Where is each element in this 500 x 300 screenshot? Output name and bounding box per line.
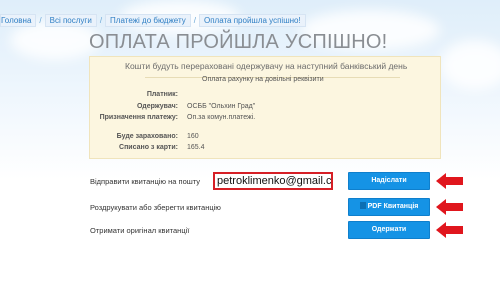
breadcrumb-item-current: Оплата пройшла успішно! [198,14,306,27]
payer-label: Платник: [146,91,178,98]
recipient-value: ОСББ "Ольхин Град" [187,103,256,110]
send-button[interactable]: Надіслати [348,172,430,190]
credited-value: 160 [187,133,199,140]
page-title: ОПЛАТА ПРОЙШЛА УСПІШНО! [89,31,388,53]
pdf-receipt-button[interactable]: PDF Квитанція [348,198,430,216]
arrow-left-icon [436,222,463,238]
receipt-notice: Кошти будуть перераховані одержувачу на … [125,61,408,71]
pdf-receipt-button-label: PDF Квитанція [367,203,419,210]
credited-label: Буде зараховано: [116,133,178,140]
email-field[interactable]: petroklimenko@gmail.com [213,172,333,190]
breadcrumb-item-all-services[interactable]: Всі послуги [44,14,97,27]
breadcrumb-item-home[interactable]: Головна [0,14,37,27]
get-original-label: Отримати оригінал квитанції [90,226,190,235]
receipt-subtitle: Оплата рахунку на довільні реквізити [202,76,324,83]
get-original-button[interactable]: Одержати [348,221,430,239]
recipient-label: Одержувач: [137,103,178,110]
arrow-left-icon [436,199,463,215]
pdf-icon [359,202,366,209]
print-save-label: Роздрукувати або зберегти квитанцію [90,203,221,212]
breadcrumb: Головна / Всі послуги / Платежі до бюджету / О… [0,14,306,27]
purpose-value: Оп.за комун.платежі. [187,114,256,121]
send-email-label: Відправити квитанцію на пошту [90,177,201,186]
charged-value: 165.4 [187,144,205,151]
purpose-label: Призначення платежу: [99,114,178,121]
breadcrumb-item-budget-payments[interactable]: Платежі до бюджету [105,14,191,27]
charged-label: Списано з карти: [119,144,178,151]
arrow-left-icon [436,173,463,189]
